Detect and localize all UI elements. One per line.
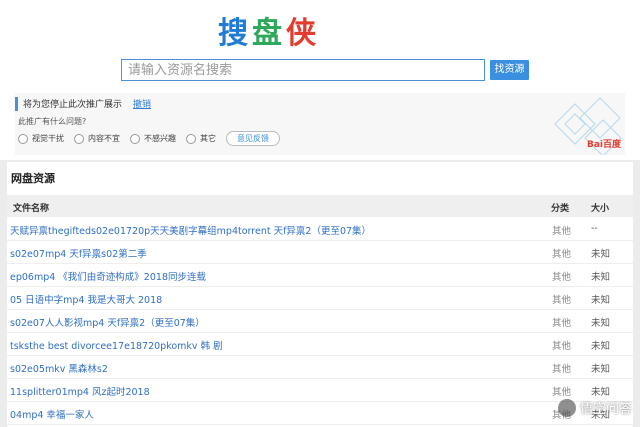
file-link[interactable]: 05 日语中字mp4 我是大哥大 2018 — [10, 292, 162, 306]
panel-title: 网盘资源 — [11, 172, 55, 185]
table-row: s02e07mp4 天f异禀s02第二季 其他 未知 — [7, 240, 633, 264]
table-row: 11splitter01mp4 风z起时2018 其他 未知 — [7, 378, 633, 402]
ad-option[interactable]: 其它 — [186, 133, 216, 144]
file-link[interactable]: s02e05mkv 黑森林s2 — [10, 361, 108, 375]
logo-char-1: 搜 — [218, 16, 252, 51]
table-row: 天赋异禀thegifteds02e01720p天天美剧字幕组mp4torrent… — [7, 217, 633, 241]
radio-icon[interactable] — [186, 133, 196, 144]
file-category: 其他 — [552, 318, 572, 329]
file-size: 未知 — [591, 364, 611, 375]
ad-option-label: 其它 — [200, 134, 216, 143]
table-row: s02e07人人影视mp4 天f异禀2（更至07集） 其他 未知 — [7, 309, 633, 333]
file-category: 其他 — [552, 272, 572, 283]
file-category: 其他 — [552, 226, 572, 237]
table-row: 05 日语中字mp4 我是大哥大 2018 其他 未知 — [7, 286, 633, 310]
radio-icon[interactable] — [18, 133, 28, 144]
table-row: ep06mp4 《我们由奇迹构成》2018同步连载 其他 未知 — [7, 263, 633, 287]
file-link[interactable]: s02e07人人影视mp4 天f异禀2（更至07集） — [10, 315, 205, 329]
file-link[interactable]: 天赋异禀thegifteds02e01720p天天美剧字幕组mp4torrent… — [10, 223, 371, 237]
ad-why-question: 此推广有什么问题? — [18, 117, 87, 126]
file-category: 其他 — [552, 364, 572, 375]
ad-cancel-link[interactable]: 撤销 — [133, 97, 151, 110]
file-size: 未知 — [591, 341, 611, 352]
file-category: 其他 — [552, 341, 572, 352]
file-size: 未知 — [591, 249, 611, 260]
ad-option-label: 内容不宜 — [88, 134, 120, 143]
ad-option[interactable]: 内容不宜 — [74, 133, 120, 144]
file-size: 未知 — [591, 295, 611, 306]
radio-icon[interactable] — [130, 133, 140, 144]
file-link[interactable]: ep06mp4 《我们由奇迹构成》2018同步连载 — [10, 269, 206, 283]
file-category: 其他 — [552, 295, 572, 306]
file-category: 其他 — [552, 387, 572, 398]
ad-option[interactable]: 视觉干扰 — [18, 133, 64, 144]
ad-stop-message: 将为您停止此次推广展示 — [23, 100, 123, 110]
file-link[interactable]: s02e07mp4 天f异禀s02第二季 — [10, 246, 147, 260]
file-link[interactable]: 04mp4 幸福一家人 — [10, 407, 94, 421]
logo-char-3: 侠 — [286, 16, 320, 51]
header-name: 文件名称 — [13, 204, 50, 214]
table-row: s02e05mkv 黑森林s2 其他 未知 — [7, 355, 633, 379]
site-logo[interactable]: 搜盘侠 — [218, 8, 320, 52]
ad-options: 视觉干扰 内容不宜 不感兴趣 其它 意见反馈 — [18, 131, 280, 146]
table-header: 文件名称 分类 大小 — [7, 195, 633, 217]
header-area: 搜盘侠 请输入资源名搜索 找资源 将为您停止此次推广展示 撤销 此推广有什么问题… — [0, 0, 640, 160]
file-size: 未知 — [591, 272, 611, 283]
baidu-logo: Bai百度 — [586, 140, 621, 150]
file-size: 未知 — [591, 318, 611, 329]
feedback-button[interactable]: 意见反馈 — [226, 131, 280, 146]
ad-option-label: 不感兴趣 — [144, 134, 176, 143]
file-size: -- — [591, 223, 598, 234]
radio-icon[interactable] — [74, 133, 84, 144]
file-category: 其他 — [552, 249, 572, 260]
ad-option[interactable]: 不感兴趣 — [130, 133, 176, 144]
wukong-logo-icon — [557, 398, 576, 417]
search-input[interactable]: 请输入资源名搜索 — [121, 59, 485, 81]
ad-feedback-box: 将为您停止此次推广展示 撤销 此推广有什么问题? 视觉干扰 内容不宜 不感兴趣 … — [15, 93, 625, 155]
watermark-text: 悟空问答 — [579, 402, 632, 417]
file-link[interactable]: tsksthe best divorcee17e18720pkomkv 韩 剧 — [10, 338, 223, 352]
file-link[interactable]: 11splitter01mp4 风z起时2018 — [10, 384, 150, 398]
file-size: 未知 — [591, 387, 611, 398]
table-row: 04mp4 幸福一家人 其他 未知 — [7, 401, 633, 425]
table-row: tsksthe best divorcee17e18720pkomkv 韩 剧 … — [7, 332, 633, 356]
header-category: 分类 — [551, 204, 570, 214]
ad-option-label: 视觉干扰 — [32, 134, 64, 143]
logo-char-2: 盘 — [252, 16, 286, 51]
resource-panel: 网盘资源 文件名称 分类 大小 天赋异禀thegifteds02e01720p天… — [7, 162, 633, 427]
search-button[interactable]: 找资源 — [490, 60, 529, 80]
watermark: 悟空问答 — [557, 398, 632, 417]
ad-accent-bar — [15, 97, 18, 111]
header-size: 大小 — [591, 204, 610, 214]
